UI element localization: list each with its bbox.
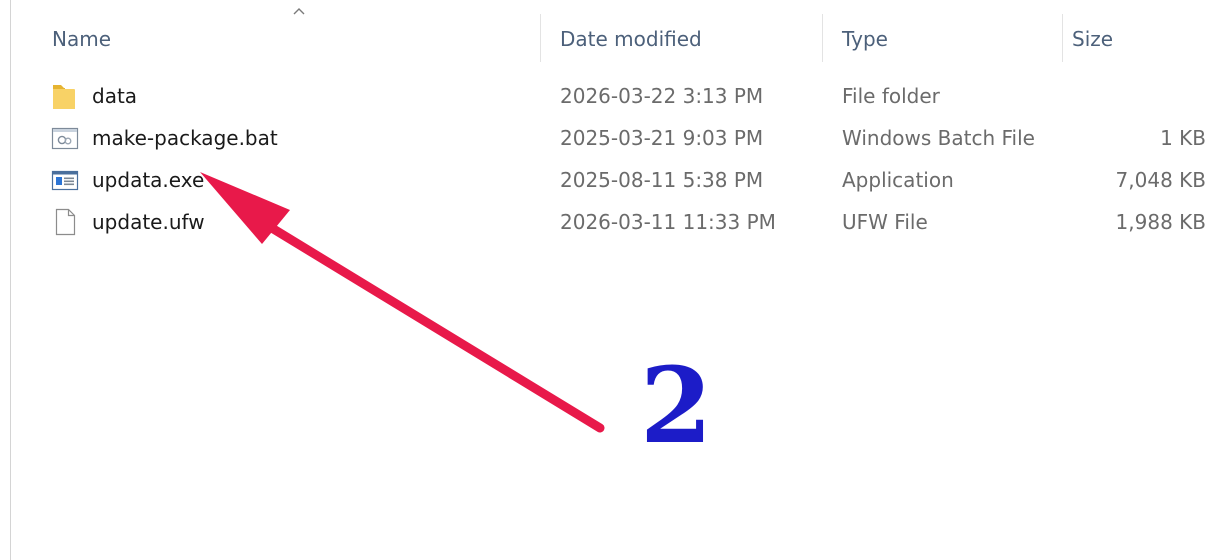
file-name: data bbox=[92, 84, 138, 108]
column-header-date-modified[interactable]: Date modified bbox=[560, 28, 800, 54]
file-row-update-ufw[interactable]: update.ufw 2026-03-11 11:33 PM UFW File … bbox=[40, 202, 1210, 242]
folder-icon bbox=[53, 85, 75, 109]
file-date-modified: 2026-03-11 11:33 PM bbox=[560, 210, 776, 234]
column-separator[interactable] bbox=[1062, 14, 1063, 62]
file-row-data[interactable]: data 2026-03-22 3:13 PM File folder bbox=[40, 76, 1210, 116]
pane-left-border bbox=[10, 0, 11, 560]
file-date-modified: 2025-03-21 9:03 PM bbox=[560, 126, 764, 150]
file-size: 7,048 KB bbox=[1115, 168, 1206, 192]
file-type: File folder bbox=[842, 84, 940, 108]
column-header-size[interactable]: Size bbox=[1072, 28, 1192, 54]
column-header-bar: Name Date modified Type Size bbox=[10, 0, 1215, 70]
annotation-step-number: 2 bbox=[640, 344, 713, 467]
column-header-type[interactable]: Type bbox=[842, 28, 1042, 54]
file-type: Windows Batch File bbox=[842, 126, 1035, 150]
application-icon bbox=[51, 170, 79, 191]
file-row-updata-exe[interactable]: updata.exe 2025-08-11 5:38 PM Applicatio… bbox=[40, 160, 1210, 200]
batch-file-icon bbox=[51, 127, 79, 150]
file-row-make-package-bat[interactable]: make-package.bat 2025-03-21 9:03 PM Wind… bbox=[40, 118, 1210, 158]
chevron-up-icon bbox=[293, 8, 305, 15]
column-separator[interactable] bbox=[822, 14, 823, 62]
file-size: 1,988 KB bbox=[1115, 210, 1206, 234]
file-name: make-package.bat bbox=[92, 126, 278, 150]
column-header-name[interactable]: Name bbox=[52, 28, 452, 54]
document-icon bbox=[55, 208, 76, 236]
file-date-modified: 2025-08-11 5:38 PM bbox=[560, 168, 764, 192]
file-size: 1 KB bbox=[1160, 126, 1206, 150]
file-date-modified: 2026-03-22 3:13 PM bbox=[560, 84, 764, 108]
column-separator[interactable] bbox=[540, 14, 541, 62]
file-type: Application bbox=[842, 168, 954, 192]
file-name: update.ufw bbox=[92, 210, 205, 234]
file-type: UFW File bbox=[842, 210, 928, 234]
file-name: updata.exe bbox=[92, 168, 205, 192]
